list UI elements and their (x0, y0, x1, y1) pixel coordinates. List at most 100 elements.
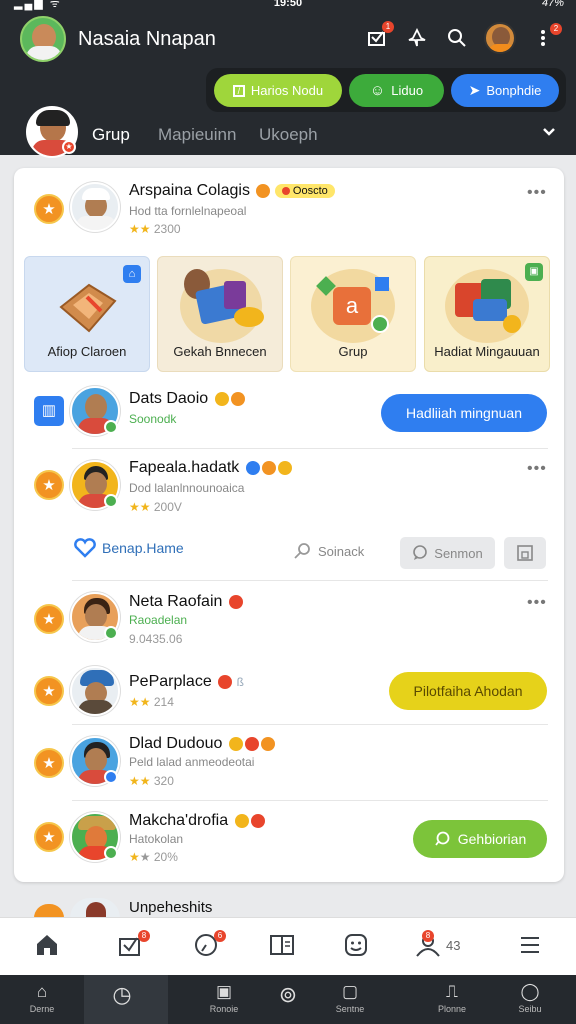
bell-icon: ⎍ (446, 982, 458, 1001)
rating: ★★ 200V (129, 500, 182, 514)
star-icon: ★ (34, 470, 64, 500)
profile-avatar[interactable] (20, 16, 66, 62)
rating-value: 214 (153, 695, 174, 709)
divider (72, 580, 548, 581)
system-nav-label: Sentne (335, 1004, 365, 1014)
comment-button[interactable]: Senmon (400, 537, 495, 569)
tile-grup[interactable]: a Grup (290, 256, 416, 372)
search-action[interactable]: Soinack (294, 542, 364, 560)
quick-action-button-2[interactable]: ☺ Liduo (349, 74, 444, 107)
row-sub: Soonodk (129, 412, 177, 426)
system-nav-globe[interactable]: ◯ Seibu (500, 982, 560, 1014)
notification-badge: 8 (422, 930, 434, 942)
chat-icon: ☺ (369, 82, 386, 99)
system-nav-bell[interactable]: ⎍ Plonne (422, 982, 482, 1014)
chevron-down-icon[interactable] (541, 124, 557, 145)
row-name: PeParplace ß (129, 673, 244, 691)
emoji-icon (256, 183, 271, 198)
system-nav-flag[interactable]: ▢ Sentne (320, 982, 380, 1014)
avatar[interactable] (70, 182, 120, 232)
rating: ★★ 2300 (129, 222, 181, 236)
save-button[interactable] (504, 537, 546, 569)
search-icon[interactable] (444, 25, 470, 51)
quick-action-label: Liduo (391, 83, 424, 98)
system-nav-label: Seibu (518, 1004, 542, 1014)
system-nav-home[interactable]: ⌂ Derne (12, 982, 72, 1014)
divider (72, 724, 548, 725)
system-nav-box[interactable]: ▣ Ronoie (194, 982, 254, 1014)
rating-value: 200V (153, 500, 182, 514)
row-name: Unpeheshits (129, 899, 213, 916)
featured-name: Arspaina Colagis Ooscto (129, 182, 335, 200)
status-bar: ▂▄▆ ᯤ 19:50 47% (0, 0, 576, 12)
reward-button[interactable]: Pilotfaiha Ahodan (389, 672, 547, 710)
rating: ★★ 320 (129, 774, 174, 788)
quick-action-button-3[interactable]: ➤ Bonphdie (451, 74, 559, 107)
alarm-icon: ⊚ (278, 982, 298, 1007)
emoji-icon (214, 391, 229, 406)
gift-box-icon: ▥ (34, 396, 64, 426)
system-nav-alarm[interactable]: ⊚ (258, 982, 318, 1010)
notification-badge: 8 (138, 930, 150, 942)
menu-icon[interactable] (516, 932, 544, 960)
share-icon: ⌂ (123, 265, 141, 283)
more-icon[interactable]: ••• (527, 460, 547, 478)
divider (72, 448, 548, 449)
tile-gekah-bnnecen[interactable]: Gekah Bnnecen (157, 256, 283, 372)
home-icon[interactable] (33, 932, 61, 960)
quick-action-label: Bonphdie (486, 83, 542, 98)
smile-icon[interactable] (342, 932, 370, 960)
header-title: Nasaia Nnapan (78, 28, 216, 50)
people-icon[interactable]: 8 (414, 930, 442, 960)
tile-afiop-claroen[interactable]: ⌂ Afiop Claroen (24, 256, 150, 372)
system-nav-clock[interactable]: ◷ (92, 982, 152, 1010)
online-badge (104, 626, 118, 640)
emoji-icon (234, 813, 249, 828)
row-name-text: PeParplace (129, 673, 212, 690)
emoji-icon (218, 674, 233, 689)
battery-level: 47% (541, 0, 564, 9)
profile-avatar[interactable] (484, 22, 516, 54)
online-badge (104, 770, 118, 784)
claim-button[interactable]: Hadliiah mingnuan (381, 394, 547, 432)
bell-icon[interactable] (404, 25, 430, 51)
home-icon: ⌂ (36, 982, 48, 1001)
rating: ★★ 20% (129, 850, 178, 864)
row-sub: Raoadelan (129, 613, 188, 627)
chat-button-label: Gehbiorian (457, 831, 527, 847)
heart-icon (74, 538, 96, 558)
row-name-text: Dats Daoio (129, 390, 209, 407)
quick-action-button-1[interactable]: / Harios Nodu (214, 74, 342, 107)
chat-button[interactable]: Gehbiorian (413, 820, 547, 858)
system-nav-label: Plonne (437, 1004, 467, 1014)
star-icon: ★ (34, 604, 64, 634)
more-icon[interactable]: ••• (527, 184, 547, 202)
online-badge (104, 420, 118, 434)
quick-action-label: Harios Nodu (250, 83, 324, 98)
globe-icon: ◯ (520, 982, 540, 1001)
more-icon[interactable]: ••• (527, 594, 547, 612)
status-time: 19:50 (273, 0, 303, 9)
row-name: Makcha'drofia (129, 812, 265, 830)
avatar[interactable] (70, 666, 120, 716)
tab-ukoeph[interactable]: Ukoeph (259, 125, 318, 145)
search-icon (294, 543, 310, 559)
clock-icon[interactable]: 6 (192, 930, 226, 960)
system-nav-label: Ronoie (209, 1004, 239, 1014)
more-icon[interactable]: 2 (530, 23, 562, 51)
tile-hadiat-mingauuan[interactable]: ▣ Hadiat Mingauuan (424, 256, 550, 372)
avatar[interactable] (70, 898, 120, 918)
share-link[interactable]: Benap.Hame (74, 538, 184, 558)
people-count: 43 (446, 938, 461, 953)
row-sub: Peld lalad anmeodeotai (129, 755, 255, 769)
row-name: Fapeala.hadatk (129, 459, 292, 477)
share-label: Benap.Hame (102, 540, 184, 556)
tab-mapieuinn[interactable]: Mapieuinn (158, 125, 236, 145)
row-sub: Dod lalanlnnounoaica (129, 481, 245, 495)
inbox-icon[interactable]: 8 (116, 930, 150, 960)
rating-value: 20% (153, 850, 178, 864)
tab-grup[interactable]: Grup (92, 125, 130, 145)
clock-icon: ◷ (112, 982, 132, 1007)
book-icon[interactable] (268, 932, 296, 960)
inbox-icon[interactable]: 1 (364, 21, 394, 51)
